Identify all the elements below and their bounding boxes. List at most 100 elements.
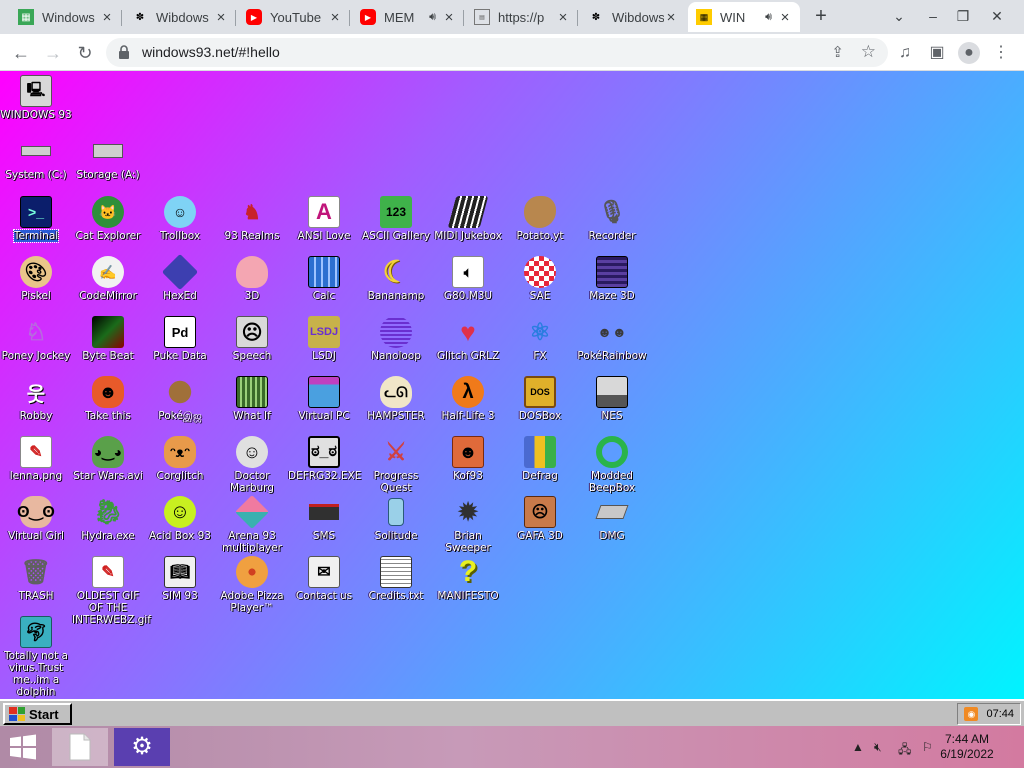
- desktop-icon-terminal[interactable]: >_ Terminal: [0, 196, 72, 243]
- desktop-icon-virtual-girl[interactable]: ʘ‿ʘ Virtual Girl: [0, 496, 72, 542]
- desktop-icon-lenna[interactable]: ✎ lenna.png: [0, 436, 72, 482]
- desktop-icon-recorder[interactable]: 🎙︎ Recorder: [576, 196, 648, 242]
- desktop-icon-gafa-3d[interactable]: ☹ GAFA 3D: [504, 496, 576, 542]
- desktop-icon-midi-jukebox[interactable]: MIDI Jukebox: [432, 196, 504, 242]
- menu-kebab-icon[interactable]: ⋮: [990, 42, 1012, 64]
- desktop-icon-sim-93[interactable]: 📖︎ SIM 93: [144, 556, 216, 602]
- back-button[interactable]: ←: [8, 40, 34, 66]
- desktop-icon-defrag[interactable]: Defrag: [504, 436, 576, 482]
- desktop-icon-hexed[interactable]: HexEd: [144, 253, 216, 302]
- close-tab-icon[interactable]: ×: [442, 9, 456, 26]
- browser-tab[interactable]: ▶ YouTube ×: [238, 2, 350, 32]
- desktop-icon-ansi-love[interactable]: A ANSI Love: [288, 196, 360, 242]
- desktop-icon-defrg32[interactable]: ಠ_ಠ DEFRG32.EXE: [288, 436, 361, 482]
- desktop-icon-system-c[interactable]: System (C:): [0, 135, 72, 181]
- close-tab-icon[interactable]: ×: [100, 9, 114, 26]
- desktop-icon-dosbox[interactable]: DOS DOSBox: [504, 376, 576, 422]
- desktop-icon-take-this[interactable]: ☻ Take this: [72, 376, 144, 422]
- desktop-icon-hampster[interactable]: ᓚᘏ HAMPSTER: [360, 376, 432, 422]
- desktop-icon-adobe-pizza[interactable]: Adobe Pizza Player™: [216, 556, 288, 614]
- desktop-icon-g80-m3u[interactable]: 🔈︎ G80.M3U: [432, 256, 504, 302]
- desktop-icon-nes[interactable]: NES: [576, 376, 648, 422]
- audio-playing-icon[interactable]: 🔊︎: [765, 11, 772, 24]
- browser-tab[interactable]: ▤ https://p ×: [466, 2, 578, 32]
- desktop-icon-bananamp[interactable]: ☾ Bananamp: [360, 256, 432, 303]
- close-tab-icon[interactable]: ×: [778, 9, 792, 26]
- desktop-icon-trollbox[interactable]: ☺ Trollbox: [144, 196, 216, 242]
- desktop-icon-speech[interactable]: ☹ Speech: [216, 316, 288, 362]
- taskbar-app-settings[interactable]: ⚙: [114, 728, 170, 766]
- desktop-icon-arena-93[interactable]: Arena 93 multiplayer: [216, 495, 288, 554]
- desktop-icon-doctor-marburg[interactable]: ☺ Doctor Marburg: [216, 436, 288, 494]
- desktop-icon-nanoloop[interactable]: Nanoloop: [360, 316, 432, 362]
- side-panel-icon[interactable]: ▣: [926, 42, 948, 64]
- rss-icon[interactable]: ◉: [964, 707, 979, 721]
- restore-button[interactable]: ❐: [948, 4, 978, 28]
- browser-tab[interactable]: ✽ Wibdows ×: [580, 2, 686, 32]
- desktop-icon-brian-sweeper[interactable]: ✹ Brian Sweeper: [432, 496, 504, 555]
- taskbar-app-file[interactable]: [52, 728, 108, 766]
- desktop-icon-kof93[interactable]: ☻ Kof93: [432, 436, 504, 482]
- desktop-icon-cat-explorer[interactable]: 🐱 Cat Explorer: [72, 196, 144, 242]
- start-button[interactable]: Start: [3, 703, 72, 725]
- desktop-icon-dmg[interactable]: DMG: [576, 496, 648, 542]
- desktop-icon-dolphin[interactable]: 🐬︎ Totally not a virus.Trust me..im a do…: [0, 616, 72, 698]
- profile-avatar-icon[interactable]: ●: [958, 42, 980, 64]
- share-icon[interactable]: ⇪: [831, 43, 844, 61]
- desktop-icon-glitch-grlz[interactable]: ♥ Glitch GRLZ: [432, 316, 504, 363]
- desktop-icon-contact-us[interactable]: ✉ Contact us: [288, 556, 360, 602]
- reload-button[interactable]: ↻: [72, 40, 98, 66]
- browser-tab[interactable]: ✽ Wibdows ×: [124, 2, 236, 32]
- desktop-icon-credits[interactable]: Credits.txt: [360, 556, 432, 602]
- audio-playing-icon[interactable]: 🔊︎: [429, 11, 436, 24]
- desktop-icon-virtual-pc[interactable]: Virtual PC: [288, 376, 360, 422]
- desktop-icon-potato[interactable]: Potato.yt: [504, 196, 576, 242]
- desktop-icon-what-if[interactable]: What If: [216, 376, 288, 422]
- desktop-icon-corglitch[interactable]: ᵔᴥᵔ Corglitch: [144, 436, 216, 482]
- desktop-icon-solitude[interactable]: Solitude: [360, 496, 432, 542]
- desktop-icon-star-wars[interactable]: ◕‿◕ Star Wars.avi: [72, 436, 144, 482]
- bookmark-star-icon[interactable]: ☆: [861, 42, 876, 62]
- desktop-icon-pokemon[interactable]: Pokéஇஜ: [144, 376, 216, 422]
- desktop-icon-sae[interactable]: SAE: [504, 256, 576, 302]
- desktop-icon-modded-beepbox[interactable]: Modded BeepBox: [576, 436, 648, 494]
- browser-tab[interactable]: ▶ MEM 🔊︎ ×: [352, 2, 464, 32]
- desktop-icon-half-life-3[interactable]: λ Half-Life 3: [432, 376, 504, 422]
- desktop-icon-manifesto[interactable]: ? MANIFESTO: [432, 555, 504, 602]
- desktop-icon-calc[interactable]: Calc: [288, 256, 360, 302]
- address-bar[interactable]: windows93.net/#!hello ⇪ ☆: [106, 38, 888, 67]
- lock-icon[interactable]: [118, 45, 130, 59]
- host-clock[interactable]: 7:44 AM 6/19/2022: [932, 732, 1002, 762]
- desktop-icon-storage-a[interactable]: Storage (A:): [72, 135, 144, 181]
- close-tab-icon[interactable]: ×: [214, 9, 228, 26]
- minimize-button[interactable]: –: [918, 4, 948, 28]
- volume-muted-icon[interactable]: 🔇︎: [874, 740, 882, 755]
- browser-tab[interactable]: ▦ Windows ×: [10, 2, 122, 32]
- desktop-icon-maze-3d[interactable]: Maze 3D: [576, 256, 648, 302]
- desktop-icon-sms[interactable]: SMS: [288, 496, 360, 542]
- media-control-icon[interactable]: ♫: [894, 42, 916, 64]
- windows-start-icon[interactable]: [8, 734, 38, 760]
- tab-search-button[interactable]: ⌄: [884, 4, 914, 28]
- desktop-icon-3d[interactable]: 3D: [216, 256, 288, 302]
- close-window-button[interactable]: ✕: [982, 4, 1012, 28]
- desktop-icon-byte-beat[interactable]: Byte Beat: [72, 316, 144, 362]
- forward-button[interactable]: →: [40, 40, 66, 66]
- desktop-icon-puke-data[interactable]: Pd Puke Data: [144, 316, 216, 362]
- desktop-icon-fx[interactable]: ⚛ FX: [504, 316, 576, 363]
- desktop-icon-windows93[interactable]: 🖳 WINDOWS 93: [0, 75, 72, 121]
- desktop-icon-hydra[interactable]: 🐉︎ Hydra.exe: [72, 496, 144, 543]
- network-icon[interactable]: 🖧︎: [898, 740, 911, 761]
- show-hidden-icons-icon[interactable]: ▲: [852, 740, 864, 754]
- desktop-icon-piskel[interactable]: 🎨︎ Piskel: [0, 256, 72, 302]
- desktop-icon-trash[interactable]: 🗑︎ TRASH: [0, 556, 72, 603]
- new-tab-button[interactable]: +: [810, 6, 832, 28]
- desktop-icon-oldest-gif[interactable]: ✎ OLDEST GIF OF THE INTERWEBZ.gif: [72, 556, 151, 626]
- desktop-icon-progress-quest[interactable]: ⚔ Progress Quest: [360, 436, 432, 495]
- desktop-icon-ascii-gallery[interactable]: 123 ASCII Gallery: [360, 196, 432, 242]
- close-tab-icon[interactable]: ×: [664, 9, 678, 26]
- desktop-icon-codemirror[interactable]: ✍ CodeMirror: [72, 256, 144, 302]
- desktop-icon-93-realms[interactable]: ♞ 93 Realms: [216, 196, 288, 243]
- close-tab-icon[interactable]: ×: [328, 9, 342, 26]
- browser-tab-active[interactable]: ▦ WIN 🔊︎ ×: [688, 2, 800, 32]
